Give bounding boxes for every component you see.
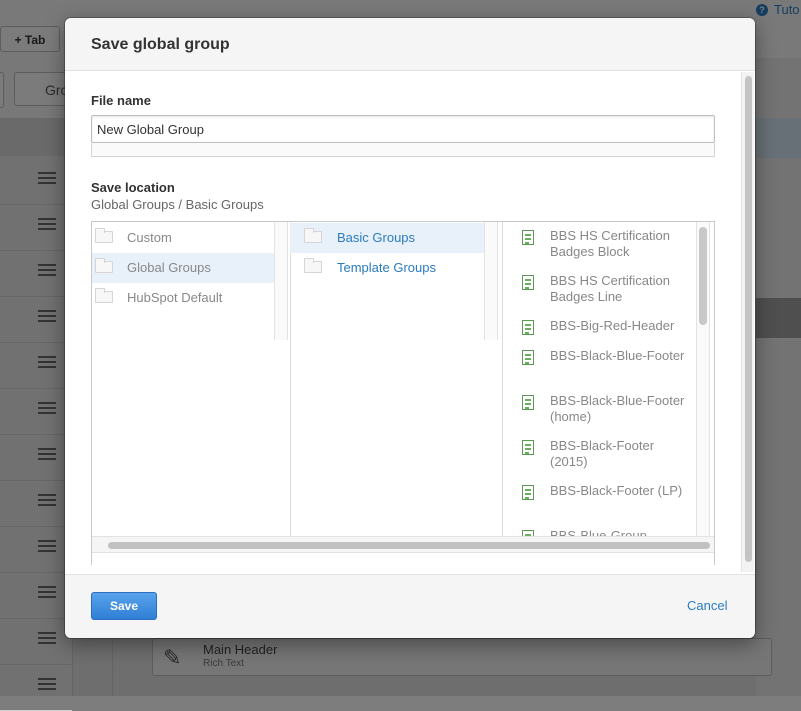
location-browser: Custom Global Groups HubSpot Default Basic…	[91, 221, 715, 565]
group-file-icon	[522, 440, 534, 455]
folder-item[interactable]: Global Groups	[92, 253, 274, 283]
group-file-item[interactable]: BBS-Black-Blue-Footer (home)	[502, 393, 698, 425]
folder-item[interactable]: HubSpot Default	[92, 283, 274, 313]
group-file-label: BBS HS Certification Badges Line	[550, 273, 670, 304]
folder-icon	[95, 228, 113, 243]
groups-scrollbar[interactable]	[699, 227, 707, 325]
group-file-item[interactable]: BBS HS Certification Badges Block	[502, 228, 698, 260]
root-folders-column: Custom Global Groups HubSpot Default	[92, 222, 291, 536]
group-file-item[interactable]: BBS-Black-Footer (2015)	[502, 438, 698, 470]
save-global-group-dialog: Save global group File name Save locatio…	[65, 18, 755, 638]
group-file-icon	[522, 275, 534, 290]
group-file-label: BBS-Black-Blue-Footer	[550, 348, 685, 363]
dialog-footer: Save Cancel	[65, 574, 755, 638]
cancel-link[interactable]: Cancel	[687, 598, 727, 613]
folder-label: Basic Groups	[337, 230, 416, 245]
group-file-item[interactable]: BBS-Blue-Group	[502, 528, 698, 536]
group-file-icon	[522, 485, 534, 500]
group-file-item[interactable]: BBS HS Certification Badges Line	[502, 273, 698, 305]
group-file-label: BBS-Black-Footer (2015)	[550, 438, 655, 469]
group-file-label: BBS-Black-Footer (LP)	[550, 483, 683, 498]
group-file-icon	[522, 395, 534, 410]
save-location-path: Global Groups / Basic Groups	[91, 197, 264, 212]
dialog-body: File name Save location Global Groups / …	[65, 71, 755, 574]
subfolders-column: Basic Groups Template Groups	[290, 222, 503, 536]
group-file-item[interactable]: BBS-Big-Red-Header	[502, 318, 698, 350]
folder-icon	[95, 288, 113, 303]
folder-icon	[95, 258, 113, 273]
group-file-label: BBS HS Certification Badges Block	[550, 228, 670, 259]
group-file-icon	[522, 320, 534, 335]
folder-item[interactable]: Basic Groups	[290, 223, 484, 253]
folder-icon	[304, 258, 322, 273]
save-button[interactable]: Save	[91, 592, 157, 620]
group-file-label: BBS-Big-Red-Header	[550, 318, 675, 333]
dialog-header: Save global group	[65, 18, 755, 71]
horizontal-scrollbar[interactable]	[92, 536, 714, 553]
column-scroll-track[interactable]	[274, 222, 288, 340]
group-file-icon	[522, 230, 534, 245]
groups-column: BBS HS Certification Badges Block BBS HS …	[502, 222, 714, 536]
horizontal-scroll-thumb[interactable]	[108, 542, 710, 549]
group-file-item[interactable]: BBS-Black-Blue-Footer	[502, 348, 698, 380]
file-name-input[interactable]	[91, 115, 715, 143]
dialog-scroll-thumb[interactable]	[745, 76, 752, 562]
group-file-label: BBS-Black-Blue-Footer (home)	[550, 393, 685, 424]
dialog-scrollbar[interactable]	[741, 72, 754, 572]
group-file-label: BBS-Blue-Group	[550, 528, 647, 536]
folder-item[interactable]: Template Groups	[290, 253, 484, 283]
folder-item[interactable]: Custom	[92, 223, 274, 253]
group-file-item[interactable]: BBS-Black-Footer (LP)	[502, 483, 698, 515]
column-scroll-track[interactable]	[484, 222, 498, 340]
dialog-title: Save global group	[91, 36, 230, 53]
folder-label: HubSpot Default	[127, 290, 223, 305]
file-name-label: File name	[91, 93, 151, 108]
file-name-hint-area	[91, 143, 715, 157]
folder-icon	[304, 228, 322, 243]
folder-label: Custom	[127, 230, 172, 245]
folder-label: Template Groups	[337, 260, 436, 275]
save-location-label: Save location	[91, 180, 175, 195]
folder-label: Global Groups	[127, 260, 211, 275]
browser-footer	[92, 552, 714, 565]
group-file-icon	[522, 350, 534, 365]
